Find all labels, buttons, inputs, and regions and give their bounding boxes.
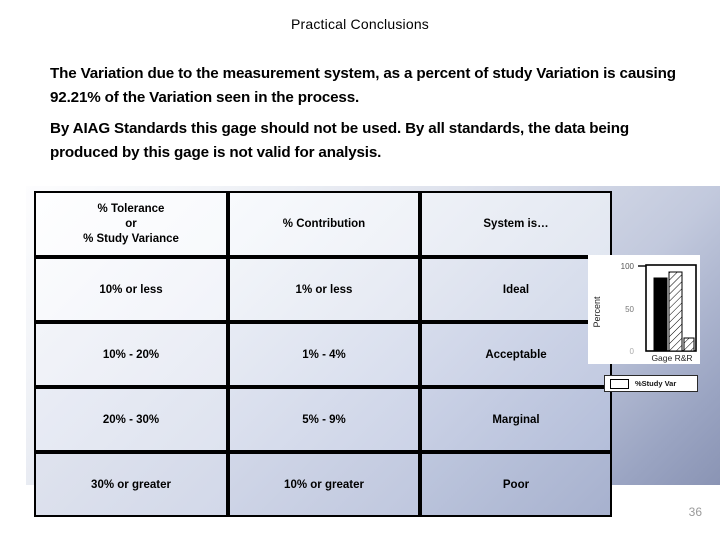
chart-bar-1 (653, 277, 668, 352)
cell-system: Acceptable (420, 322, 612, 387)
cell-system: Ideal (420, 257, 612, 322)
table-row: 10% or less 1% or less Ideal (34, 257, 612, 322)
table-header-row: % Tolerance or % Study Variance % Contri… (34, 191, 612, 257)
chart-legend: %Study Var (604, 375, 698, 392)
chart-xlabel: Gage R&R (651, 353, 692, 363)
cell-contribution: 1% or less (228, 257, 420, 322)
gage-rr-criteria-table: % Tolerance or % Study Variance % Contri… (34, 191, 612, 517)
chart-ytick-0: 0 (630, 347, 635, 356)
table-row: 10% - 20% 1% - 4% Acceptable (34, 322, 612, 387)
gage-rr-bar-chart: Percent 100 50 0 Gage R&R (588, 255, 700, 364)
legend-label: %Study Var (635, 379, 677, 388)
header-cell-contribution: % Contribution (228, 191, 420, 257)
header-tolerance-line-2: or (125, 217, 137, 230)
chart-ylabel: Percent (592, 296, 602, 328)
header-cell-system: System is… (420, 191, 612, 257)
chart-svg: Percent 100 50 0 Gage R&R (592, 262, 697, 363)
conclusion-paragraph-2: By AIAG Standards this gage should not b… (50, 120, 629, 161)
cell-system: Poor (420, 452, 612, 517)
header-cell-tolerance: % Tolerance or % Study Variance (34, 191, 228, 257)
chart-bar-3 (683, 337, 695, 352)
legend-swatch-icon (610, 378, 629, 389)
chart-bar-2 (668, 271, 683, 352)
cell-tolerance: 20% - 30% (34, 387, 228, 452)
chart-ytick-50: 50 (625, 305, 634, 314)
header-tolerance-line-1: % Tolerance (97, 202, 165, 215)
table-row: 20% - 30% 5% - 9% Marginal (34, 387, 612, 452)
cell-contribution: 5% - 9% (228, 387, 420, 452)
body-text-block: The Variation due to the measurement sys… (50, 62, 695, 165)
page-number: 36 (688, 505, 702, 519)
chart-ytick-100: 100 (621, 262, 635, 271)
conclusion-paragraph-1: The Variation due to the measurement sys… (50, 65, 676, 106)
header-tolerance-line-3: % Study Variance (83, 232, 179, 245)
cell-tolerance: 10% or less (34, 257, 228, 322)
cell-contribution: 10% or greater (228, 452, 420, 517)
cell-system: Marginal (420, 387, 612, 452)
page-title: Practical Conclusions (290, 16, 430, 32)
table-row: 30% or greater 10% or greater Poor (34, 452, 612, 517)
cell-tolerance: 30% or greater (34, 452, 228, 517)
cell-contribution: 1% - 4% (228, 322, 420, 387)
cell-tolerance: 10% - 20% (34, 322, 228, 387)
